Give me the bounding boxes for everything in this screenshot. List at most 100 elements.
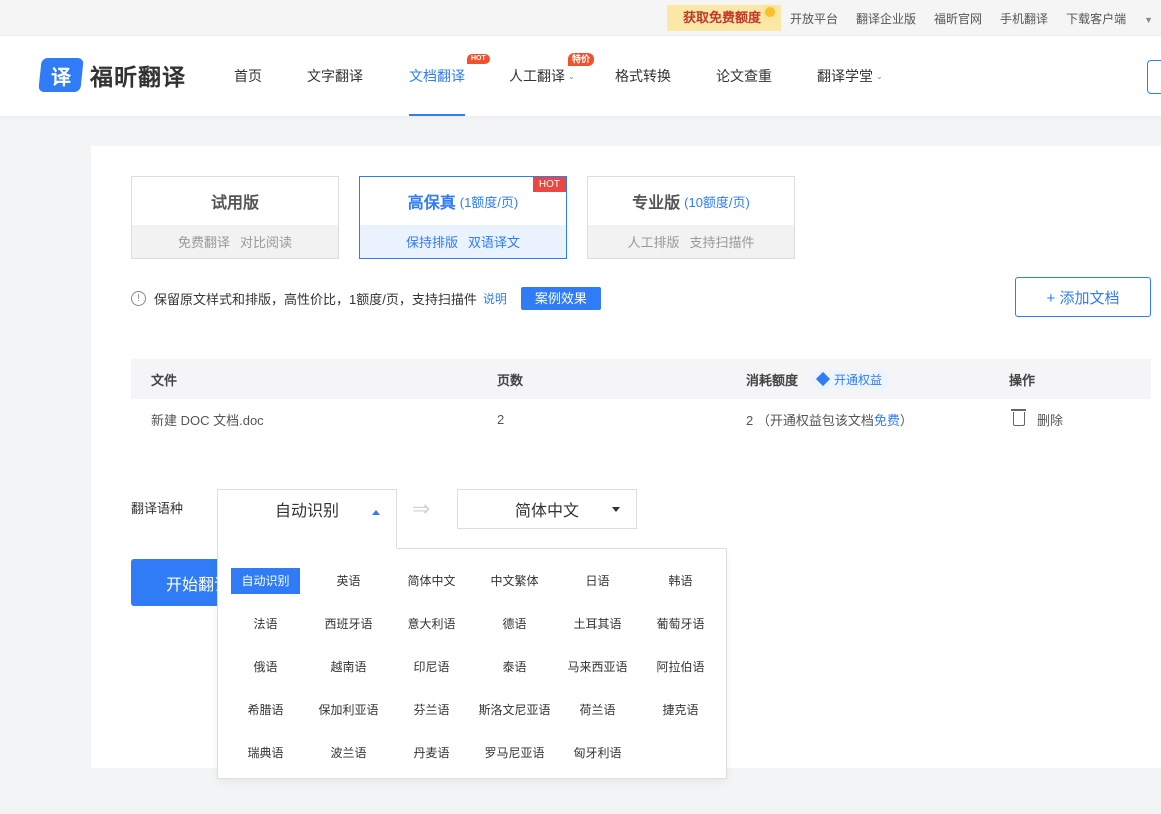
plan-info-row: ! 保留原文样式和排版，高性价比，1额度/页，支持扫描件 说明 案例效果: [131, 286, 601, 310]
nav-plagiarism-check-label: 论文查重: [716, 68, 772, 84]
nav-academy[interactable]: 翻译学堂 ⌄: [817, 36, 883, 116]
language-option[interactable]: 荷兰语: [556, 688, 639, 731]
language-option[interactable]: 土耳其语: [556, 602, 639, 645]
language-option[interactable]: 西班牙语: [307, 602, 390, 645]
official-site-link[interactable]: 福昕官网: [934, 10, 982, 27]
language-option-label: 捷克语: [662, 702, 699, 717]
language-option[interactable]: 马来西亚语: [556, 645, 639, 688]
source-language-value: 自动识别: [274, 503, 339, 520]
plan-high-fidelity-feature-2: 双语译文: [468, 235, 521, 250]
plan-professional-price: (10额度/页): [684, 194, 750, 210]
language-grid: 自动识别 英语 简体中文 中文繁体 日语 韩语法语 西班牙语 意大利语 德语 土耳其语 葡萄牙语俄语…: [224, 559, 722, 774]
col-cost: 消耗额度 开通权益: [746, 359, 890, 399]
language-option[interactable]: 斯洛文尼亚语: [473, 688, 556, 731]
explain-link[interactable]: 说明: [483, 290, 507, 307]
logo-icon: 译: [38, 58, 84, 92]
language-option[interactable]: 泰语: [473, 645, 556, 688]
target-language-value: 简体中文: [514, 503, 579, 520]
language-option[interactable]: 韩语: [639, 559, 722, 602]
language-option-label: 印尼语: [413, 659, 450, 674]
delete-button[interactable]: 删除: [1011, 399, 1064, 439]
language-option[interactable]: 保加利亚语: [307, 688, 390, 731]
language-option[interactable]: 芬兰语: [390, 688, 473, 731]
language-option-label: 罗马尼亚语: [484, 745, 545, 760]
language-option[interactable]: 瑞典语: [224, 731, 307, 774]
hot-badge: HOT: [467, 54, 490, 64]
add-document-button[interactable]: + 添加文档: [1015, 277, 1151, 317]
language-option[interactable]: 波兰语: [307, 731, 390, 774]
nav-format-convert[interactable]: 格式转换: [615, 36, 671, 116]
plan-trial-name: 试用版: [210, 195, 259, 212]
logo[interactable]: 译 福昕翻译: [38, 58, 186, 92]
language-option-label: 波兰语: [330, 745, 367, 760]
nav-doc-translate[interactable]: 文档翻译 HOT: [409, 36, 490, 116]
target-language-select[interactable]: 简体中文: [457, 489, 637, 529]
header-action-button[interactable]: [1147, 60, 1161, 94]
language-option[interactable]: 自动识别: [224, 559, 307, 602]
language-option[interactable]: 捷克语: [639, 688, 722, 731]
language-option-label: 泰语: [502, 659, 527, 674]
free-link[interactable]: 免费: [874, 410, 900, 429]
language-option[interactable]: 法语: [224, 602, 307, 645]
nav-plagiarism-check[interactable]: 论文查重: [716, 36, 772, 116]
activate-benefits-link[interactable]: 开通权益: [812, 369, 890, 389]
language-option[interactable]: 俄语: [224, 645, 307, 688]
main-panel: 试用版 免费翻译 对比阅读 高保真 (1额度/页) 保持排版 双语译文 HOT 专业版…: [91, 146, 1161, 779]
language-option[interactable]: 葡萄牙语: [639, 602, 722, 645]
nav-home[interactable]: 首页: [234, 36, 262, 116]
logo-glyph: 译: [51, 66, 71, 89]
language-option-label: 阿拉伯语: [656, 659, 705, 674]
language-option-label: 德语: [502, 616, 527, 631]
nav-human-translate[interactable]: 人工翻译 ⌄ 特价: [509, 36, 595, 116]
cost-prefix: 2 （开通权益包该文档: [746, 412, 874, 428]
free-quota-promo[interactable]: 获取免费额度: [667, 5, 781, 31]
mobile-translate-link[interactable]: 手机翻译: [1000, 10, 1048, 27]
cost-value: 2 （开通权益包该文档 免费）: [746, 399, 913, 439]
language-option[interactable]: 罗马尼亚语: [473, 731, 556, 774]
plan-high-fidelity[interactable]: 高保真 (1额度/页) 保持排版 双语译文 HOT: [359, 176, 567, 259]
language-option-label: 保加利亚语: [318, 702, 379, 717]
language-option[interactable]: 越南语: [307, 645, 390, 688]
language-option[interactable]: 印尼语: [390, 645, 473, 688]
language-label: 翻译语种: [131, 501, 184, 516]
language-option[interactable]: 简体中文: [390, 559, 473, 602]
language-option[interactable]: 英语: [307, 559, 390, 602]
source-language-select[interactable]: 自动识别: [217, 489, 397, 549]
nav-human-translate-label: 人工翻译: [509, 68, 565, 84]
language-option-label: 俄语: [253, 659, 278, 674]
language-option[interactable]: 意大利语: [390, 602, 473, 645]
top-links: 开放平台 翻译企业版 福昕官网 手机翻译 下载客户端 ▼: [772, 0, 1153, 36]
language-option-label: 土耳其语: [573, 616, 622, 631]
plan-high-fidelity-name: 高保真: [407, 195, 456, 212]
enterprise-link[interactable]: 翻译企业版: [856, 10, 916, 27]
language-option-label: 韩语: [668, 573, 693, 588]
language-option[interactable]: 日语: [556, 559, 639, 602]
nav-text-translate[interactable]: 文字翻译: [307, 36, 363, 116]
language-option[interactable]: 希腊语: [224, 688, 307, 731]
plan-trial[interactable]: 试用版 免费翻译 对比阅读: [131, 176, 339, 259]
swap-arrow-icon[interactable]: ⇒: [412, 496, 430, 522]
plan-info-text: 保留原文样式和排版，高性价比，1额度/页，支持扫描件: [154, 291, 477, 307]
language-option-label: 瑞典语: [247, 745, 284, 760]
download-client-link[interactable]: 下载客户端 ▼: [1066, 10, 1153, 27]
top-utility-bar: 获取免费额度 开放平台 翻译企业版 福昕官网 手机翻译 下载客户端 ▼: [0, 0, 1161, 36]
plan-high-fidelity-price: (1额度/页): [459, 194, 519, 210]
hot-badge: HOT: [532, 177, 566, 192]
language-option[interactable]: 匈牙利语: [556, 731, 639, 774]
delete-label: 删除: [1037, 412, 1064, 428]
language-option[interactable]: 德语: [473, 602, 556, 645]
language-option-label: 希腊语: [247, 702, 284, 717]
language-option-label: 日语: [585, 573, 610, 588]
caret-down-icon: [612, 507, 620, 512]
language-option[interactable]: 阿拉伯语: [639, 645, 722, 688]
chevron-down-icon: ⌄: [568, 71, 575, 81]
open-platform-link[interactable]: 开放平台: [790, 10, 838, 27]
nav-academy-label: 翻译学堂: [817, 68, 873, 84]
language-option[interactable]: 中文繁体: [473, 559, 556, 602]
plan-professional[interactable]: 专业版 (10额度/页) 人工排版 支持扫描件: [587, 176, 795, 259]
language-option-label: 马来西亚语: [567, 659, 628, 674]
language-option[interactable]: 丹麦语: [390, 731, 473, 774]
language-option-label: 简体中文: [407, 573, 456, 588]
case-example-button[interactable]: 案例效果: [520, 286, 601, 310]
cost-suffix: ）: [899, 412, 913, 428]
